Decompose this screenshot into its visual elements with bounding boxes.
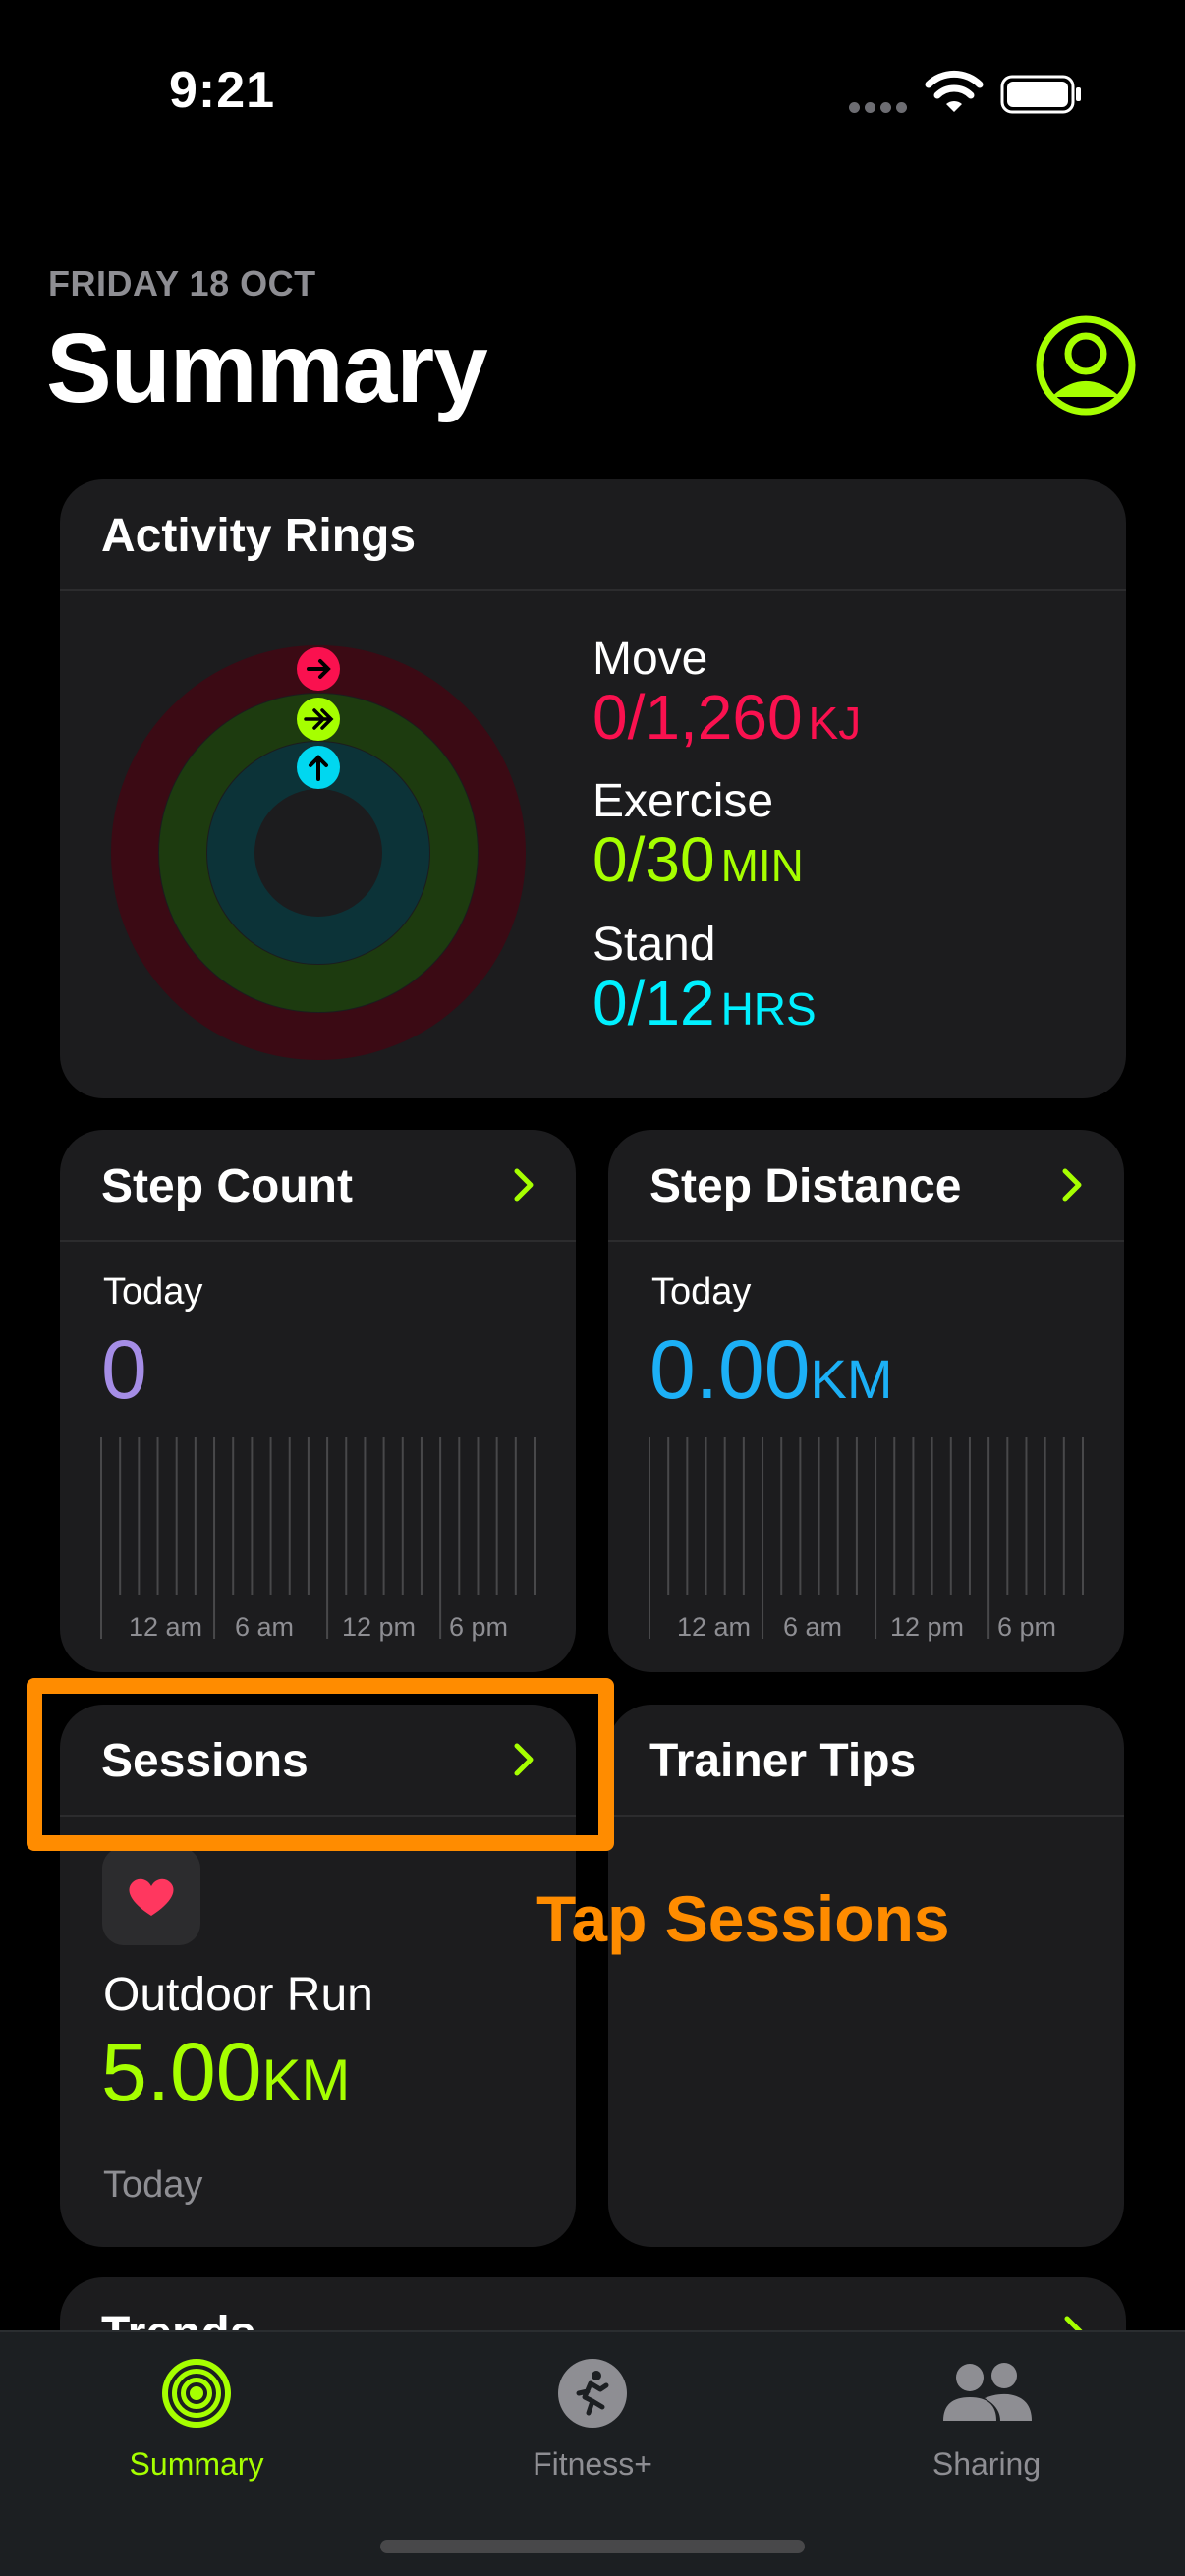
sessions-header-button[interactable]: Sessions [60,1705,576,1817]
running-figure-icon [558,2359,627,2428]
axis-label: 6 am [783,1612,842,1642]
chevron-right-icon [514,1743,534,1776]
move-value: 0/1,260 KJ [592,682,862,753]
axis-label: 6 pm [997,1612,1056,1642]
heart-icon [102,1847,200,1945]
tab-label: Summary [129,2446,264,2482]
activity-rings-icon [162,2359,231,2428]
status-bar: 9:21 [0,0,1185,187]
stand-label: Stand [592,919,716,971]
move-label: Move [592,633,708,685]
wifi-icon [925,70,984,112]
card-header: Activity Rings [60,479,1126,591]
axis-label: 6 pm [449,1612,508,1642]
card-title: Trainer Tips [649,1735,917,1787]
page-title: Summary [46,313,488,423]
stand-value: 0/12 HRS [592,968,817,1038]
step-count-card[interactable]: Step Count Today 0 12 am 6 am 12 pm 6 pm [60,1130,576,1672]
axis-label: 12 pm [890,1612,964,1642]
workout-name: Outdoor Run [103,1969,373,2021]
exercise-value: 0/30 MIN [592,824,804,895]
period-label: Today [103,1271,203,1313]
sessions-card[interactable]: Sessions Outdoor Run 5.00KM Today [60,1705,576,2247]
step-distance-chart: 12 am 6 am 12 pm 6 pm [649,1437,1084,1642]
axis-label: 12 am [677,1612,751,1642]
card-title: Step Distance [649,1160,962,1212]
card-header: Step Distance [608,1130,1124,1242]
people-icon [943,2363,1032,2421]
card-title: Step Count [101,1160,353,1212]
tab-sharing[interactable]: Sharing [859,2356,1114,2503]
activity-rings-card[interactable]: Activity Rings Move 0/1,260 KJ Exercise 0… [60,479,1126,1098]
tab-label: Sharing [931,2446,1042,2482]
profile-avatar-button[interactable] [1035,314,1137,417]
step-distance-value: 0.00KM [649,1323,893,1416]
axis-label: 12 pm [342,1612,416,1642]
card-title: Activity Rings [101,510,417,562]
workout-distance: 5.00KM [101,2026,351,2118]
chevron-right-icon [1062,1168,1082,1202]
chevron-right-icon [514,1168,534,1202]
home-indicator [380,2540,805,2553]
card-title: Sessions [101,1735,309,1787]
workout-date: Today [103,2164,203,2206]
card-header: Trainer Tips [608,1705,1124,1817]
battery-icon [1000,75,1081,114]
tab-fitness-plus[interactable]: Fitness+ [465,2356,720,2503]
axis-label: 12 am [129,1612,202,1642]
step-distance-card[interactable]: Step Distance Today 0.00KM 12 am 6 am 12… [608,1130,1124,1672]
activity-rings-icon [111,645,526,1060]
step-count-value: 0 [101,1323,147,1416]
step-count-chart: 12 am 6 am 12 pm 6 pm [100,1437,536,1642]
period-label: Today [651,1271,752,1313]
status-time: 9:21 [169,62,276,119]
tab-summary[interactable]: Summary [69,2356,324,2503]
tab-label: Fitness+ [533,2446,652,2482]
date-label: FRIDAY 18 OCT [48,263,316,304]
card-header: Step Count [60,1130,576,1242]
trainer-tips-card[interactable]: Trainer Tips [608,1705,1124,2247]
cellular-signal-icon [849,102,908,114]
exercise-label: Exercise [592,775,774,827]
axis-label: 6 am [235,1612,294,1642]
tap-sessions-hint: Tap Sessions [536,1882,950,1955]
